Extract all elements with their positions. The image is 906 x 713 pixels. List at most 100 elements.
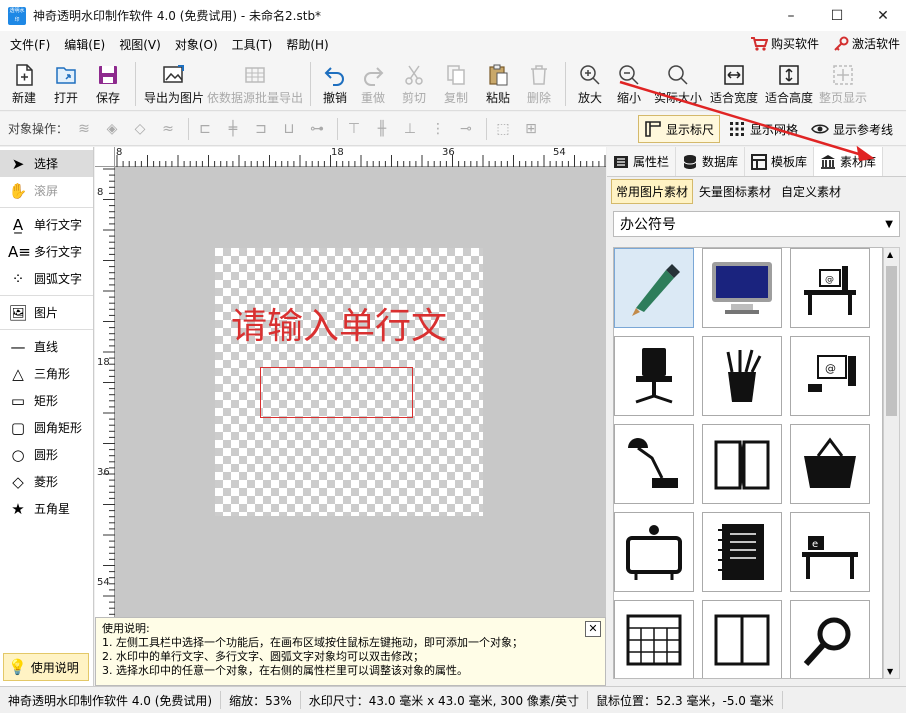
- send-to-back-icon[interactable]: ≈: [156, 118, 180, 140]
- scroll-thumb[interactable]: [886, 266, 897, 416]
- align-bottom-icon[interactable]: ⊥: [398, 118, 422, 140]
- tab-database[interactable]: 数据库: [676, 147, 746, 176]
- gallery-scrollbar[interactable]: ▲ ▼: [883, 247, 900, 679]
- paste-button[interactable]: 粘贴: [477, 58, 519, 111]
- activate-software-link[interactable]: 激活软件: [833, 35, 900, 52]
- material-magnifier[interactable]: [790, 600, 870, 678]
- material-calendar[interactable]: [614, 600, 694, 678]
- help-close-button[interactable]: ✕: [585, 621, 601, 637]
- subtab-custom[interactable]: 自定义素材: [777, 180, 845, 203]
- material-office-chair[interactable]: [614, 336, 694, 416]
- buy-software-link[interactable]: 购买软件: [750, 35, 819, 52]
- subtab-vector-icons[interactable]: 矢量图标素材: [695, 180, 775, 203]
- help-button[interactable]: 💡 使用说明: [3, 653, 89, 681]
- ungroup-icon[interactable]: ⊞: [519, 118, 543, 140]
- same-width-icon[interactable]: ⊶: [305, 118, 329, 140]
- save-label: 保存: [95, 91, 120, 105]
- tool-arc-text[interactable]: ⁘ 圆弧文字: [0, 265, 93, 292]
- align-center-icon[interactable]: ╪: [221, 118, 245, 140]
- bring-forward-icon[interactable]: ◈: [100, 118, 124, 140]
- material-basket[interactable]: [790, 424, 870, 504]
- distribute-horizontal-icon[interactable]: ⊔: [277, 118, 301, 140]
- same-height-icon[interactable]: ⊸: [454, 118, 478, 140]
- paste-label: 粘贴: [485, 91, 510, 105]
- full-page-button[interactable]: 整页显示: [816, 58, 870, 111]
- calendar-icon: [626, 614, 682, 666]
- batch-export-button[interactable]: 依数据源批量导出: [206, 58, 304, 111]
- align-left-icon[interactable]: ⊏: [193, 118, 217, 140]
- tab-materials[interactable]: 素材库: [814, 147, 884, 176]
- category-select[interactable]: 办公符号 ▼: [613, 211, 900, 237]
- menu-file[interactable]: 文件(F): [3, 36, 57, 53]
- material-desk-lamp[interactable]: [614, 424, 694, 504]
- bring-to-front-icon[interactable]: ≋: [72, 118, 96, 140]
- zoom-out-button[interactable]: 缩小: [608, 58, 650, 111]
- show-ruler-toggle[interactable]: 显示标尺: [638, 115, 721, 143]
- menu-edit[interactable]: 编辑(E): [57, 36, 112, 53]
- new-button[interactable]: 新建: [3, 58, 45, 111]
- canvas-area[interactable]: 8 18 36 54 8 18 36 54 请输入单行文: [95, 147, 606, 686]
- menu-object[interactable]: 对象(O): [168, 36, 225, 53]
- undo-icon: [324, 67, 344, 86]
- fit-width-button[interactable]: 适合宽度: [706, 58, 762, 111]
- tool-rounded-rect[interactable]: ▢ 圆角矩形: [0, 414, 93, 441]
- tool-rectangle[interactable]: ▭ 矩形: [0, 387, 93, 414]
- scroll-down-icon[interactable]: ▼: [887, 667, 893, 676]
- actual-size-button[interactable]: 实际大小: [650, 58, 706, 111]
- material-computer[interactable]: @: [790, 336, 870, 416]
- tool-single-text[interactable]: A̲ 单行文字: [0, 211, 93, 238]
- tab-properties[interactable]: 属性栏: [607, 147, 677, 176]
- align-top-icon[interactable]: ⊤: [342, 118, 366, 140]
- tool-line[interactable]: — 直线: [0, 333, 93, 360]
- send-backward-icon[interactable]: ◇: [128, 118, 152, 140]
- tool-star[interactable]: ★ 五角星: [0, 495, 93, 522]
- material-notebook[interactable]: [702, 512, 782, 592]
- subtab-common-images[interactable]: 常用图片素材: [611, 178, 694, 204]
- rectangle-object[interactable]: [260, 367, 413, 418]
- tool-triangle[interactable]: △ 三角形: [0, 360, 93, 387]
- minimize-button[interactable]: –: [768, 0, 814, 31]
- material-monitor[interactable]: [702, 248, 782, 328]
- cut-button[interactable]: 剪切: [393, 58, 435, 111]
- export-image-button[interactable]: 导出为图片: [142, 58, 206, 111]
- menu-view[interactable]: 视图(V): [112, 36, 168, 53]
- material-computer-desk[interactable]: @: [790, 248, 870, 328]
- fit-height-button[interactable]: 适合高度: [762, 58, 816, 111]
- align-right-icon[interactable]: ⊐: [249, 118, 273, 140]
- zoom-in-button[interactable]: 放大: [572, 58, 608, 111]
- menu-tools[interactable]: 工具(T): [225, 36, 280, 53]
- material-pencil[interactable]: [614, 248, 694, 328]
- material-frame[interactable]: [614, 512, 694, 592]
- tab-templates[interactable]: 模板库: [745, 147, 815, 176]
- tool-circle[interactable]: ○ 圆形: [0, 441, 93, 468]
- scroll-up-icon[interactable]: ▲: [887, 250, 893, 259]
- show-guides-toggle[interactable]: 显示参考线: [806, 115, 898, 143]
- delete-button[interactable]: 删除: [519, 58, 559, 111]
- copy-button[interactable]: 复制: [435, 58, 477, 111]
- maximize-button[interactable]: ☐: [814, 0, 860, 31]
- material-binder[interactable]: [702, 600, 782, 678]
- svg-text:@: @: [825, 362, 836, 375]
- redo-button[interactable]: 重做: [353, 58, 393, 111]
- material-open-book[interactable]: [702, 424, 782, 504]
- distribute-vertical-icon[interactable]: ⋮: [426, 118, 450, 140]
- undo-button[interactable]: 撤销: [317, 58, 353, 111]
- save-button[interactable]: 保存: [87, 58, 129, 111]
- align-middle-icon[interactable]: ╫: [370, 118, 394, 140]
- tool-image[interactable]: 🖼 图片: [0, 299, 93, 326]
- open-button[interactable]: 打开: [45, 58, 87, 111]
- tool-select[interactable]: ➤ 选择: [0, 150, 93, 177]
- tool-scroll[interactable]: ✋ 滚屏: [0, 177, 93, 204]
- group-icon[interactable]: ⬚: [491, 118, 515, 140]
- close-window-button[interactable]: ✕: [860, 0, 906, 31]
- app-logo-icon: 透明水印: [8, 6, 26, 25]
- material-desk[interactable]: e: [790, 512, 870, 592]
- tool-diamond[interactable]: ◇ 菱形: [0, 468, 93, 495]
- material-pen-holder[interactable]: [702, 336, 782, 416]
- tool-multi-text[interactable]: A≡ 多行文字: [0, 238, 93, 265]
- show-grid-toggle[interactable]: 显示网格: [723, 115, 803, 143]
- buy-software-label: 购买软件: [770, 37, 819, 51]
- menu-help[interactable]: 帮助(H): [279, 36, 335, 53]
- right-panel-tabs: 属性栏 数据库 模板库 素材库: [607, 147, 906, 177]
- watermark-text-object[interactable]: 请输入单行文: [231, 297, 447, 349]
